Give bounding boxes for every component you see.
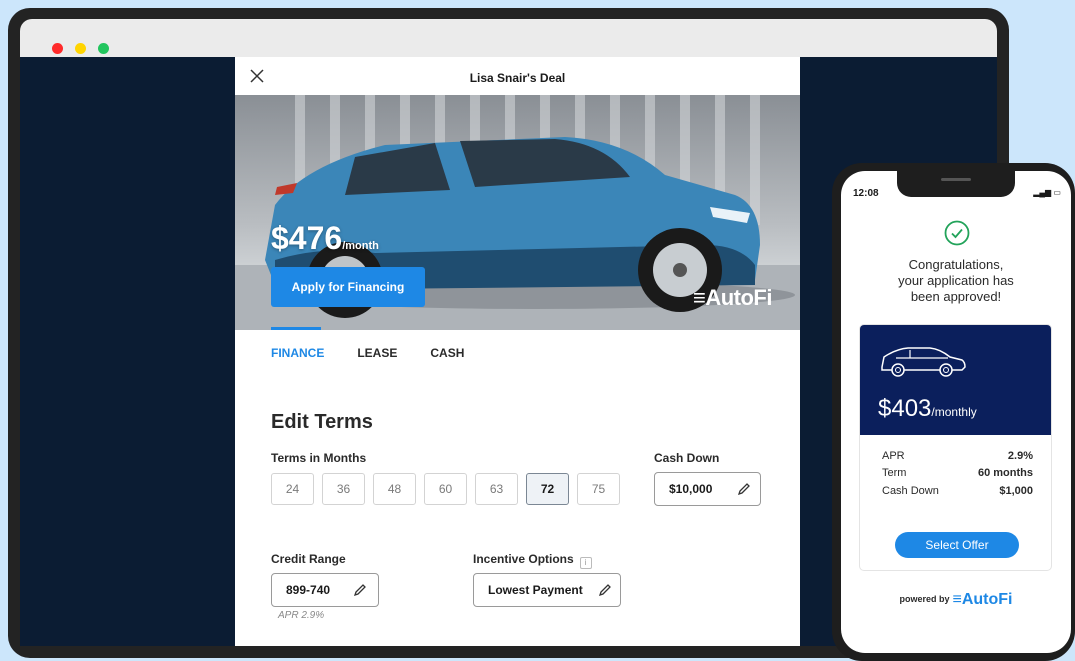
tab-lease[interactable]: LEASE xyxy=(357,346,397,360)
signal-battery-icon: ▂▄▆ ▭ xyxy=(1033,188,1061,197)
window-minimize-dot[interactable] xyxy=(75,43,86,54)
deal-modal: Lisa Snair's Deal $476/month Apply for F… xyxy=(235,57,800,646)
offer-row-value: 2.9% xyxy=(1007,450,1033,462)
check-circle-icon xyxy=(944,220,970,246)
offer-row-term: Term 60 months xyxy=(882,467,1033,479)
window-maximize-dot[interactable] xyxy=(98,43,109,54)
offer-row-cash-down: Cash Down $1,000 xyxy=(882,485,1033,497)
offer-row-value: 60 months xyxy=(977,467,1033,479)
phone-frame: 12:08 ▂▄▆ ▭ Congratulations, your applic… xyxy=(832,163,1075,661)
tab-finance[interactable]: FINANCE xyxy=(271,327,324,360)
phone-screen: 12:08 ▂▄▆ ▭ Congratulations, your applic… xyxy=(841,171,1071,653)
offer-price-amount: $403 xyxy=(878,395,932,422)
vehicle-hero: $476/month Apply for Financing ≡AutoFi xyxy=(235,95,800,330)
term-option-48[interactable]: 48 xyxy=(373,473,416,505)
offer-row-apr: APR 2.9% xyxy=(882,450,1033,462)
autofi-logo: ≡AutoFi xyxy=(952,591,1013,608)
edit-terms-heading: Edit Terms xyxy=(271,411,373,433)
term-option-72[interactable]: 72 xyxy=(526,473,569,505)
window-close-dot[interactable] xyxy=(52,43,63,54)
credit-range-field[interactable]: 899-740 xyxy=(271,573,379,607)
credit-range-label: Credit Range xyxy=(271,552,346,566)
approval-message-line-3: been approved! xyxy=(910,289,1002,304)
incentive-options-field[interactable]: Lowest Payment xyxy=(473,573,621,607)
term-option-24[interactable]: 24 xyxy=(271,473,314,505)
status-time: 12:08 xyxy=(853,188,879,199)
modal-title: Lisa Snair's Deal xyxy=(469,71,566,85)
car-icon xyxy=(881,347,966,377)
apply-for-financing-button[interactable]: Apply for Financing xyxy=(271,267,425,307)
phone-notch xyxy=(897,171,1015,197)
incentive-options-label: Incentive Options i xyxy=(473,552,592,569)
offer-row-value: $1,000 xyxy=(999,485,1033,497)
cash-down-label: Cash Down xyxy=(654,451,720,465)
term-options: 24 36 48 60 63 72 75 xyxy=(271,473,620,505)
approval-message-line-2: your application has xyxy=(898,273,1014,288)
cash-down-value: $10,000 xyxy=(669,482,713,496)
autofi-logo-text: AutoFi xyxy=(705,285,772,310)
offer-card: $403/monthly APR 2.9% Term 60 months Cas… xyxy=(859,324,1052,571)
offer-row-label: APR xyxy=(882,450,905,462)
apr-note: APR 2.9% xyxy=(278,610,325,621)
tab-cash[interactable]: CASH xyxy=(430,346,464,360)
offer-row-label: Term xyxy=(882,467,907,479)
term-option-75[interactable]: 75 xyxy=(577,473,620,505)
pencil-icon xyxy=(598,584,611,597)
cash-down-field[interactable]: $10,000 xyxy=(654,472,761,506)
term-option-60[interactable]: 60 xyxy=(424,473,467,505)
offer-price: $403/monthly xyxy=(878,395,977,423)
powered-by-footer: powered by ≡AutoFi xyxy=(841,591,1071,609)
approval-message-line-1: Congratulations, xyxy=(908,257,1004,272)
monthly-price: $476/month xyxy=(271,220,379,257)
powered-by-text: powered by xyxy=(899,594,950,604)
term-option-36[interactable]: 36 xyxy=(322,473,365,505)
monthly-price-amount: $476 xyxy=(271,220,343,256)
term-option-63[interactable]: 63 xyxy=(475,473,518,505)
autofi-logo: ≡AutoFi xyxy=(693,285,772,310)
offer-row-label: Cash Down xyxy=(882,485,939,497)
incentive-options-label-text: Incentive Options xyxy=(473,552,574,566)
offer-card-header: $403/monthly xyxy=(860,325,1051,435)
select-offer-button[interactable]: Select Offer xyxy=(895,532,1019,558)
incentive-options-value: Lowest Payment xyxy=(488,583,583,597)
offer-price-suffix: /monthly xyxy=(931,405,977,419)
payment-tabs: FINANCE LEASE CASH xyxy=(271,327,464,360)
terms-label: Terms in Months xyxy=(271,451,367,465)
autofi-logo-text: AutoFi xyxy=(961,591,1013,608)
approval-message: Congratulations, your application has be… xyxy=(841,257,1071,305)
credit-range-value: 899-740 xyxy=(286,583,331,597)
info-icon[interactable]: i xyxy=(579,557,592,569)
pencil-icon xyxy=(353,584,366,597)
pencil-icon xyxy=(737,483,750,496)
monthly-price-suffix: /month xyxy=(342,240,379,252)
